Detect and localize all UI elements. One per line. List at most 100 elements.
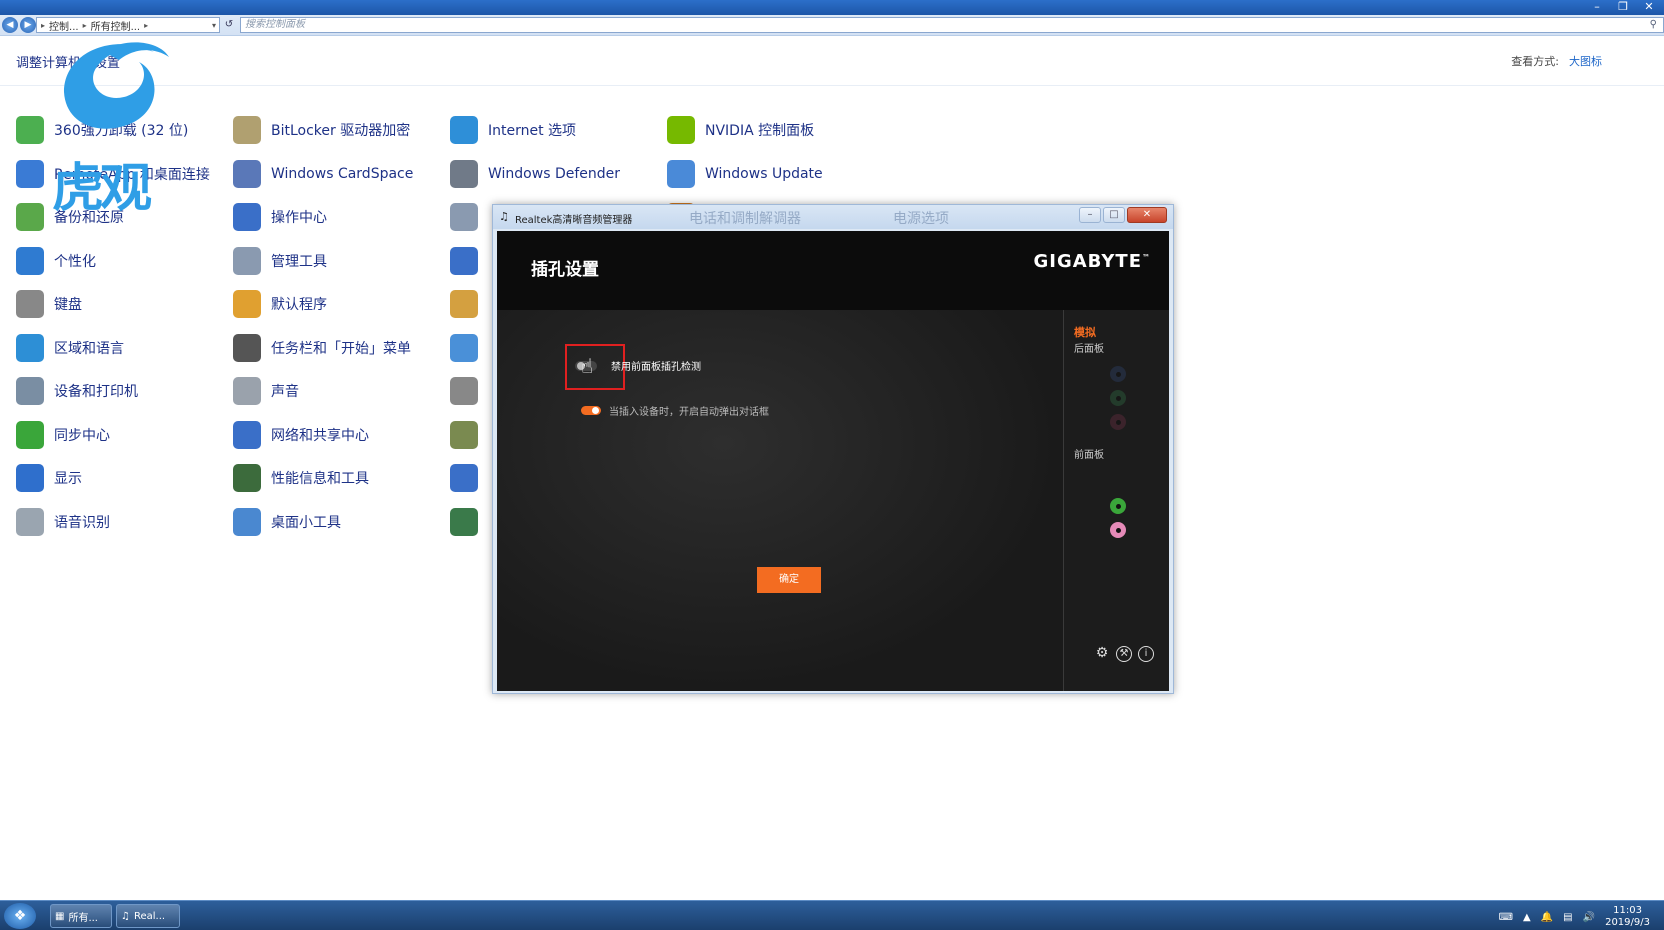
personalize-icon — [16, 246, 44, 275]
control-panel-item[interactable]: Windows CardSpace — [233, 159, 413, 189]
control-panel-item[interactable] — [450, 463, 478, 493]
control-panel-item-label: BitLocker 驱动器加密 — [271, 123, 411, 139]
dialog-window-controls: – □ ✕ — [1079, 207, 1167, 223]
jack-settings-body: 禁用前面板插孔检测 ☝ 当插入设备时，开启自动弹出对话框 确定 — [497, 310, 1063, 691]
control-panel-item-label: 区域和语言 — [54, 340, 124, 357]
background-item-phone-modem: 电话和调制解调器 — [689, 211, 801, 227]
show-hidden-icons-icon[interactable]: ▲ — [1523, 912, 1531, 923]
control-panel-item[interactable]: 显示 — [16, 463, 82, 493]
control-panel-item-label: 显示 — [54, 471, 82, 487]
minimize-button[interactable]: – — [1588, 0, 1606, 14]
update-icon — [667, 159, 695, 188]
close-button[interactable]: ✕ — [1640, 0, 1658, 14]
toggle-auto-popup[interactable] — [581, 406, 601, 415]
control-panel-item-label: Windows Update — [705, 165, 823, 182]
speaker-icon — [233, 377, 261, 405]
search-icon[interactable]: ⚲ — [1650, 18, 1657, 32]
front-jack-pink-icon[interactable] — [1110, 522, 1126, 538]
rear-jack-pink-icon[interactable] — [1110, 414, 1126, 430]
realtek-app-icon: ♫ — [499, 210, 509, 223]
control-panel-item[interactable]: Windows Update — [667, 159, 823, 189]
control-panel-item[interactable] — [450, 333, 478, 363]
info-icon[interactable]: i — [1138, 646, 1154, 662]
network-tray-icon[interactable]: ▤ — [1563, 912, 1572, 923]
internet-icon — [450, 116, 478, 144]
control-panel-item[interactable] — [450, 289, 478, 319]
address-dropdown-icon[interactable]: ▾ — [212, 21, 219, 30]
back-button[interactable]: ◀ — [2, 17, 18, 33]
breadcrumb-control[interactable]: 控制... — [49, 18, 79, 33]
ease-of-access-icon — [450, 333, 478, 362]
search-placeholder: 搜索控制面板 — [245, 19, 305, 30]
gear-icon[interactable]: ⚙ — [1094, 646, 1110, 662]
front-jack-green-icon[interactable] — [1110, 498, 1126, 514]
taskbar-item-realtek[interactable]: ♫ Real... — [116, 904, 180, 928]
hand-cursor-icon: ☝ — [581, 354, 594, 378]
control-panel-item[interactable]: NVIDIA 控制面板 — [667, 115, 814, 145]
control-panel-item[interactable]: 网络和共享中心 — [233, 420, 369, 450]
control-panel-item[interactable] — [450, 246, 478, 276]
background-item-power-options: 电源选项 — [893, 211, 949, 227]
control-panel-item[interactable]: 任务栏和「开始」菜单 — [233, 333, 411, 363]
control-panel-item[interactable]: 桌面小工具 — [233, 507, 341, 537]
forward-button[interactable]: ▶ — [20, 17, 36, 33]
control-panel-item[interactable]: 管理工具 — [233, 246, 327, 276]
sidebar-tools: ⚙ ⚒ i — [1094, 646, 1154, 662]
task-label: Real... — [133, 910, 166, 922]
control-panel-item[interactable]: 默认程序 — [233, 289, 327, 319]
rear-jack-blue-icon[interactable] — [1110, 366, 1126, 382]
view-by-dropdown[interactable]: 大图标 — [1569, 53, 1602, 69]
control-panel-item[interactable]: BitLocker 驱动器加密 — [233, 115, 410, 145]
control-panel-item[interactable]: 个性化 — [16, 246, 96, 276]
control-panel-item[interactable] — [450, 202, 478, 232]
restore-button[interactable]: ❐ — [1614, 0, 1632, 14]
start-button[interactable]: ❖ — [4, 903, 36, 929]
control-panel-item[interactable] — [450, 376, 478, 406]
refresh-icon[interactable]: ↺ — [222, 17, 236, 33]
panel-header: 插孔设置 GIGABYTE™ — [497, 231, 1169, 310]
keyboard-tray-icon[interactable]: ⌨ — [1499, 912, 1513, 923]
watermark-swirl-icon — [64, 42, 169, 129]
cardspace-icon — [233, 159, 261, 188]
uninstall-icon — [16, 116, 44, 144]
control-panel-item[interactable] — [450, 507, 478, 537]
control-panel-item[interactable]: 键盘 — [16, 289, 82, 319]
breadcrumb-all-control[interactable]: 所有控制... — [91, 18, 141, 33]
nav-buttons: ◀ ▶ — [2, 16, 36, 34]
ok-button[interactable]: 确定 — [757, 567, 821, 593]
control-panel-item[interactable]: 设备和打印机 — [16, 376, 138, 406]
default-programs-icon — [233, 290, 261, 318]
dialog-minimize-button[interactable]: – — [1079, 207, 1101, 223]
task-label: 所有... — [68, 912, 98, 924]
search-input[interactable]: 搜索控制面板 ⚲ — [240, 17, 1664, 33]
control-panel-item[interactable]: 操作中心 — [233, 202, 327, 232]
option-auto-popup[interactable]: 当插入设备时，开启自动弹出对话框 — [581, 403, 769, 418]
dialog-close-button[interactable]: ✕ — [1127, 207, 1167, 223]
control-panel-item-label: NVIDIA 控制面板 — [705, 123, 815, 139]
realtek-task-icon: ♫ — [121, 910, 130, 922]
control-panel-item-label: 默认程序 — [271, 297, 327, 313]
sync-icon — [16, 420, 44, 449]
control-panel-item[interactable]: Internet 选项 — [450, 115, 576, 145]
dialog-maximize-button[interactable]: □ — [1103, 207, 1125, 223]
view-by: 查看方式: 大图标 — [1511, 53, 1602, 69]
control-panel-item[interactable]: 声音 — [233, 376, 299, 406]
taskbar-item-control-panel[interactable]: ▦ 所有... — [50, 904, 112, 928]
dialog-title: Realtek高清晰音频管理器 — [515, 215, 633, 226]
control-panel-item[interactable]: 区域和语言 — [16, 333, 124, 363]
volume-icon[interactable]: 🔊 — [1583, 912, 1595, 923]
rear-jack-green-icon[interactable] — [1110, 390, 1126, 406]
control-panel-item[interactable]: 同步中心 — [16, 420, 110, 450]
control-panel-item[interactable]: 性能信息和工具 — [233, 463, 369, 493]
option-disable-front-jack-detect[interactable]: 禁用前面板插孔检测 — [575, 358, 701, 373]
control-panel-item[interactable] — [450, 420, 478, 450]
control-panel-item[interactable]: 语音识别 — [16, 507, 110, 537]
credential-icon — [450, 203, 478, 231]
notification-bell-icon[interactable]: 🔔 — [1541, 912, 1553, 923]
watermark-text: 虎观 — [52, 159, 152, 219]
address-bar[interactable]: ▸ 控制... ▸ 所有控制... ▸ ▾ — [36, 17, 220, 33]
wrench-icon[interactable]: ⚒ — [1116, 646, 1132, 662]
control-panel-item[interactable]: Windows Defender — [450, 159, 620, 189]
clock[interactable]: 11:03 2019/9/3 — [1605, 905, 1650, 929]
trademark-mark: ™ — [1142, 253, 1151, 262]
